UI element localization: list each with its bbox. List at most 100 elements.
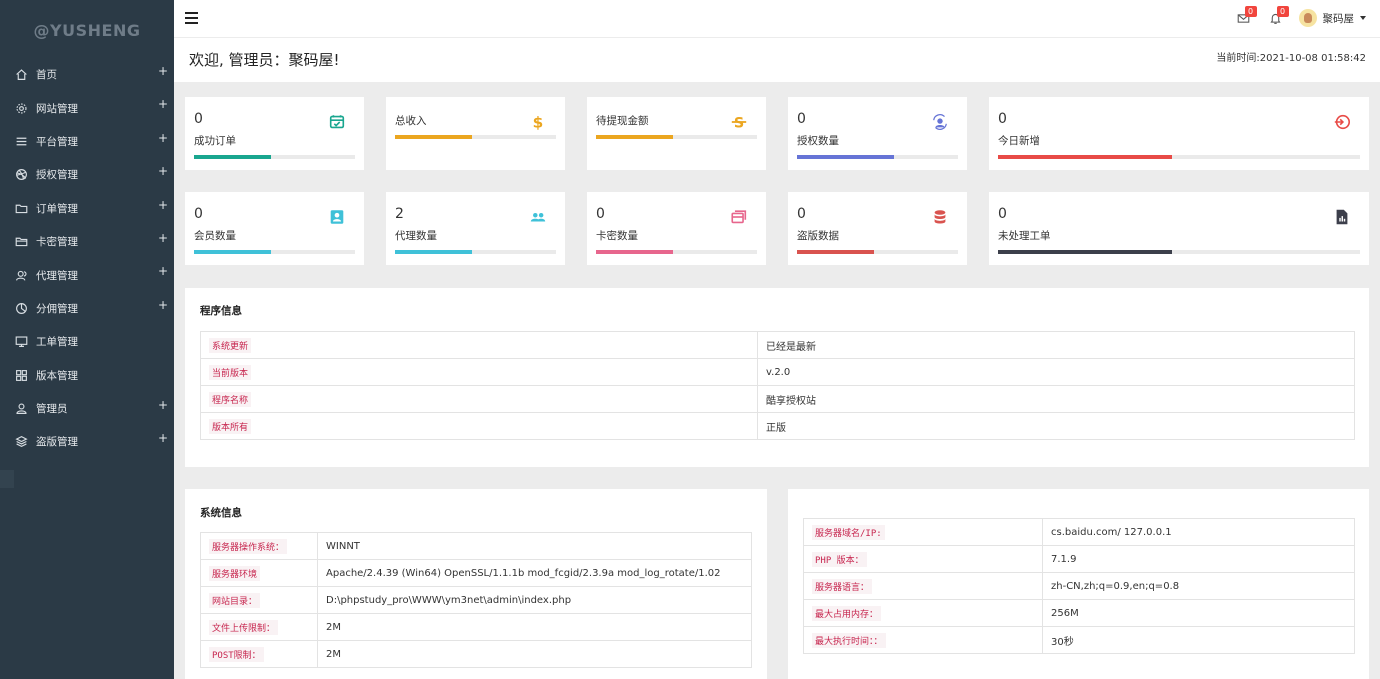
system-info-title: 系统信息 (200, 507, 242, 519)
row-value: WINNT (317, 532, 752, 560)
mail-badge: 0 (1244, 6, 1257, 17)
row-key: 服务器语言： (812, 578, 873, 594)
stat-value: 0 (596, 206, 605, 222)
expand-plus-icon[interactable]: + (158, 97, 168, 111)
user-sync-icon (931, 113, 949, 131)
row-value: D:\phpstudy_pro\WWW\ym3net\admin\index.p… (317, 586, 752, 614)
row-value: v.2.0 (757, 358, 1355, 386)
pie-icon (14, 301, 28, 315)
sidebar-item-label: 卡密管理 (36, 236, 78, 249)
stat-progress-track (797, 155, 958, 159)
expand-plus-icon[interactable]: + (158, 131, 168, 145)
chevron-down-icon[interactable] (1360, 16, 1366, 20)
expand-plus-icon[interactable]: + (158, 398, 168, 412)
table-row: 系统更新 已经是最新 (200, 331, 1355, 359)
expand-plus-icon[interactable]: + (158, 264, 168, 278)
table-row: 当前版本 v.2.0 (200, 358, 1355, 386)
sidebar-item[interactable]: 盗版管理 + (0, 425, 174, 458)
stat-progress-fill (395, 135, 473, 139)
user-name[interactable]: 聚码屋 (1323, 11, 1355, 26)
mail-icon[interactable]: 0 (1233, 6, 1257, 28)
sidebar-collapse-handle[interactable] (0, 470, 14, 488)
row-value: 7.1.9 (1042, 545, 1355, 573)
expand-plus-icon[interactable]: + (158, 64, 168, 78)
stat-card: 0 会员数量 (185, 192, 364, 265)
stat-progress-track (998, 155, 1360, 159)
svg-text:S: S (734, 115, 744, 131)
user-group-icon (14, 268, 28, 282)
sidebar-item-label: 工单管理 (36, 336, 78, 349)
stat-progress-track (395, 135, 556, 139)
sidebar-item-label: 管理员 (36, 403, 68, 416)
stat-card: 0 盗版数据 (788, 192, 967, 265)
bell-icon[interactable]: 0 (1265, 6, 1289, 28)
expand-plus-icon[interactable]: + (158, 298, 168, 312)
expand-plus-icon[interactable]: + (158, 198, 168, 212)
grid-icon (14, 368, 28, 382)
expand-plus-icon[interactable]: + (158, 231, 168, 245)
stat-progress-fill (998, 155, 1172, 159)
sidebar-item[interactable]: 订单管理 + (0, 192, 174, 225)
row-value: cs.baidu.com/ 127.0.0.1 (1042, 518, 1355, 546)
row-key-cell: 服务器环境 (200, 559, 318, 587)
stat-label: 未处理工单 (998, 230, 1051, 242)
stat-progress-track (998, 250, 1360, 254)
stat-value: 0 (194, 206, 203, 222)
sidebar-item[interactable]: 平台管理 + (0, 125, 174, 158)
row-key-cell: 系统更新 (200, 331, 758, 359)
menu-toggle-icon[interactable] (185, 12, 198, 24)
row-key-cell: 最大占用内存： (803, 599, 1043, 627)
row-value: 已经是最新 (757, 331, 1355, 359)
table-row: 服务器域名/IP: cs.baidu.com/ 127.0.0.1 (803, 518, 1355, 546)
stat-progress-fill (194, 155, 272, 159)
row-key-cell: 服务器操作系统： (200, 532, 318, 560)
stat-card: 总收入 $ (386, 97, 565, 170)
sidebar-item-label: 平台管理 (36, 135, 78, 148)
system-info-panel: 系统信息 服务器操作系统： WINNT 服务器环境 Apache/2.4.39 (Wi… (185, 489, 767, 679)
dollar-icon: $ (529, 113, 547, 131)
stat-progress-fill (395, 250, 473, 254)
row-key-cell: 版本所有 (200, 412, 758, 440)
system-info-table: 服务器操作系统： WINNT 服务器环境 Apache/2.4.39 (Win64) … (200, 532, 752, 668)
server-info-panel: 服务器域名/IP: cs.baidu.com/ 127.0.0.1 PHP 版本： 7… (788, 489, 1369, 679)
stat-value: 2 (395, 206, 404, 222)
stat-progress-fill (194, 250, 272, 254)
expand-plus-icon[interactable]: + (158, 164, 168, 178)
layers-icon (14, 435, 28, 449)
sidebar-item[interactable]: 授权管理 + (0, 158, 174, 191)
stat-card: 0 今日新增 (989, 97, 1369, 170)
sidebar-item[interactable]: 工单管理 (0, 325, 174, 358)
calendar-check-icon (328, 113, 346, 131)
sidebar-item-label: 分佣管理 (36, 302, 78, 315)
stat-progress-fill (797, 155, 894, 159)
stat-label: 卡密数量 (596, 230, 638, 242)
sidebar-item[interactable]: 首页 + (0, 58, 174, 91)
row-key: 服务器域名/IP: (812, 524, 885, 540)
row-key-cell: 当前版本 (200, 358, 758, 386)
row-value: 酷享授权站 (757, 385, 1355, 413)
home-icon (14, 68, 28, 82)
row-value: 30秒 (1042, 626, 1355, 654)
sidebar-item-label: 授权管理 (36, 169, 78, 182)
sidebar-item[interactable]: 卡密管理 + (0, 225, 174, 258)
sidebar-item[interactable]: 代理管理 + (0, 258, 174, 291)
sidebar-item[interactable]: 分佣管理 + (0, 292, 174, 325)
stat-label: 授权数量 (797, 135, 839, 147)
row-key-cell: 文件上传限制： (200, 613, 318, 641)
avatar[interactable] (1298, 9, 1317, 27)
sidebar-item[interactable]: 管理员 + (0, 392, 174, 425)
sidebar-menu: 首页 + 网站管理 + 平台管理 + 授权管理 + 订单管理 + 卡密管理 + 代理管理 + 分佣管理 + 工单… (0, 58, 174, 459)
welcome-text: 欢迎, 管理员：聚码屋! (189, 51, 340, 69)
welcome-bar: 欢迎, 管理员：聚码屋! 当前时间:2021-10-08 01:58:42 (174, 38, 1380, 82)
row-value: 256M (1042, 599, 1355, 627)
row-key-cell: POST限制： (200, 640, 318, 668)
cards-icon (730, 208, 748, 226)
stat-progress-fill (596, 250, 674, 254)
stat-card: 0 授权数量 (788, 97, 967, 170)
row-key: PHP 版本： (812, 551, 867, 567)
expand-plus-icon[interactable]: + (158, 431, 168, 445)
sidebar-item[interactable]: 版本管理 (0, 359, 174, 392)
stat-progress-track (194, 250, 355, 254)
sidebar-item-label: 盗版管理 (36, 436, 78, 449)
sidebar-item[interactable]: 网站管理 + (0, 91, 174, 124)
